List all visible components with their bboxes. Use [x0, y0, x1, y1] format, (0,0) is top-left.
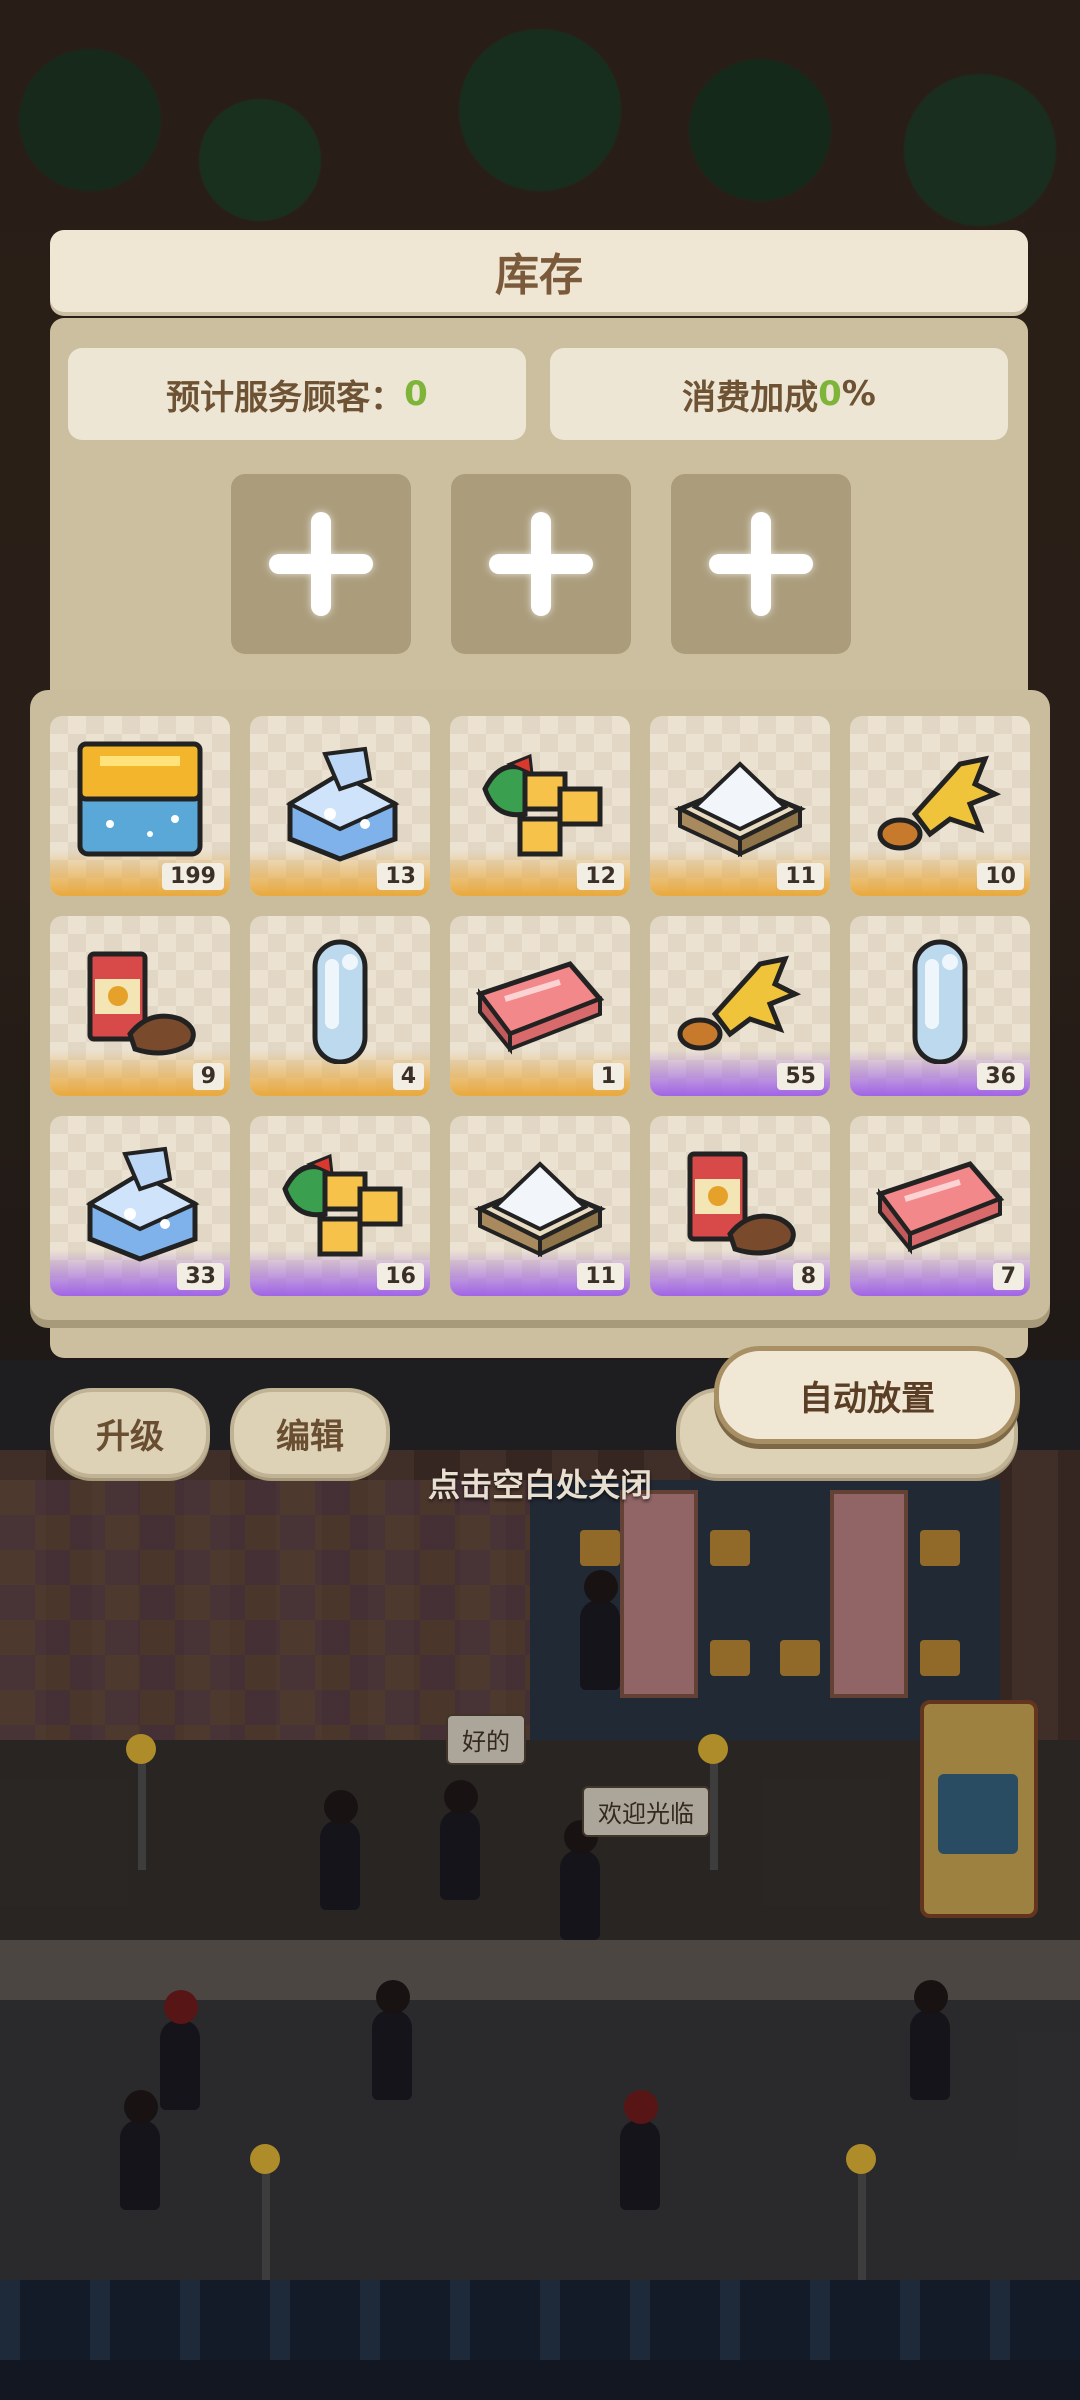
- water-bottle-icon: [312, 939, 368, 1064]
- inventory-item[interactable]: 16: [250, 1116, 430, 1296]
- item-count: 16: [377, 1263, 424, 1290]
- item-count: 12: [577, 863, 624, 890]
- item-count: 33: [177, 1263, 224, 1290]
- item-count: 55: [777, 1063, 824, 1090]
- milk-carton-icon: [285, 746, 400, 862]
- item-count: 11: [577, 1263, 624, 1290]
- inventory-item[interactable]: 9: [50, 916, 230, 1096]
- coffee-bag-icon: [687, 1151, 796, 1256]
- inventory-item[interactable]: 7: [850, 1116, 1030, 1296]
- item-count: 4: [392, 1063, 424, 1090]
- cheese-cubes-icon: [482, 753, 603, 857]
- item-count: 11: [777, 863, 824, 890]
- item-count: 199: [162, 863, 224, 890]
- inventory-item[interactable]: 36: [850, 916, 1030, 1096]
- inventory-item[interactable]: 4: [250, 916, 430, 1096]
- inventory-item[interactable]: 10: [850, 716, 1030, 896]
- item-count: 1: [592, 1063, 624, 1090]
- inventory-item[interactable]: 11: [650, 716, 830, 896]
- inventory-item[interactable]: 12: [450, 716, 630, 896]
- item-count: 10: [977, 863, 1024, 890]
- item-count: 8: [792, 1263, 824, 1290]
- coffee-bag-icon: [87, 951, 196, 1056]
- inventory-item[interactable]: 11: [450, 1116, 630, 1296]
- consumption-bonus-stat: 消费加成 0%: [550, 348, 1008, 440]
- crispy-chicken-icon: [877, 755, 1002, 851]
- milk-carton-icon: [85, 1146, 200, 1262]
- served-customers-label: 预计服务顾客：: [166, 377, 405, 418]
- sugar-tray-icon: [673, 761, 807, 858]
- item-count: 36: [977, 1063, 1024, 1090]
- empty-slot-add[interactable]: [671, 474, 851, 654]
- gold-crate-icon: [77, 741, 203, 857]
- item-count: 9: [192, 1063, 224, 1090]
- item-count: 13: [377, 863, 424, 890]
- empty-slot-add[interactable]: [451, 474, 631, 654]
- meat-block-icon: [475, 961, 605, 1055]
- consumption-bonus-label: 消费加成: [682, 377, 819, 418]
- inventory-item[interactable]: 13: [250, 716, 430, 896]
- inventory-title: 库存: [50, 230, 1028, 312]
- inventory-item[interactable]: 8: [650, 1116, 830, 1296]
- sugar-tray-icon: [473, 1161, 607, 1258]
- consumption-bonus-unit: %: [841, 374, 876, 414]
- served-customers-stat: 预计服务顾客： 0: [68, 348, 526, 440]
- cheese-cubes-icon: [282, 1153, 403, 1257]
- auto-place-button[interactable]: 自动放置: [714, 1346, 1020, 1444]
- empty-slot-add[interactable]: [231, 474, 411, 654]
- served-customers-value: 0: [404, 374, 428, 414]
- consumption-bonus-value: 0: [818, 374, 842, 414]
- meat-block-icon: [875, 1161, 1005, 1255]
- inventory-item[interactable]: 55: [650, 916, 830, 1096]
- water-bottle-icon: [912, 939, 968, 1064]
- close-hint: 点击空白处关闭: [427, 1466, 652, 1504]
- crispy-chicken-icon: [677, 955, 802, 1051]
- inventory-item[interactable]: 1: [450, 916, 630, 1096]
- item-count: 7: [992, 1263, 1024, 1290]
- inventory-item[interactable]: 33: [50, 1116, 230, 1296]
- inventory-item[interactable]: 199: [50, 716, 230, 896]
